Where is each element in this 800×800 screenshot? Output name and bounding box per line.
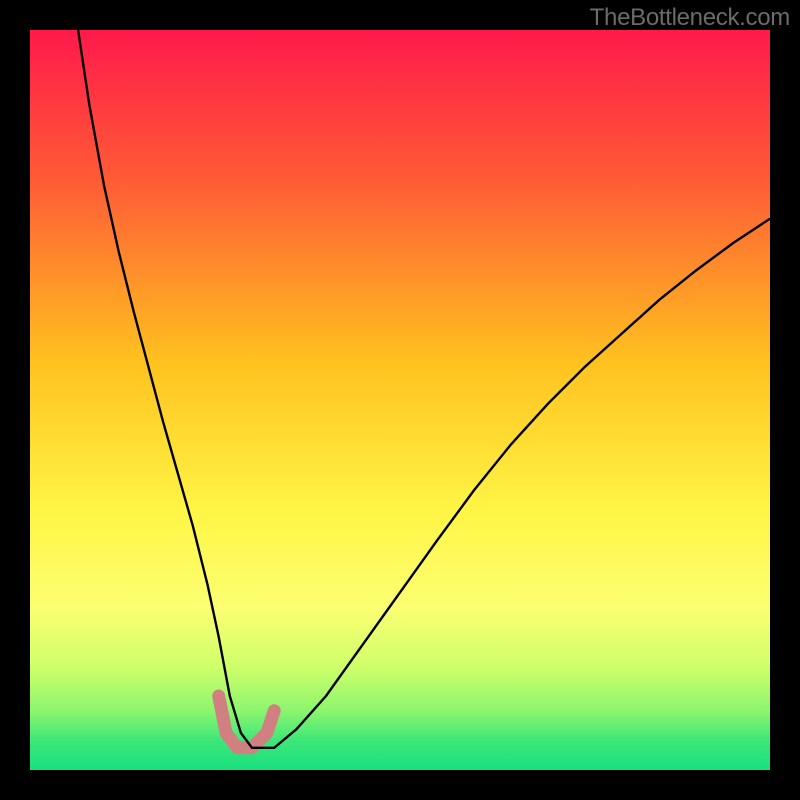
chart-frame: TheBottleneck.com [0,0,800,800]
chart-svg [30,30,770,770]
plot-area [30,30,770,770]
watermark-text: TheBottleneck.com [590,4,790,32]
gradient-background [30,30,770,770]
